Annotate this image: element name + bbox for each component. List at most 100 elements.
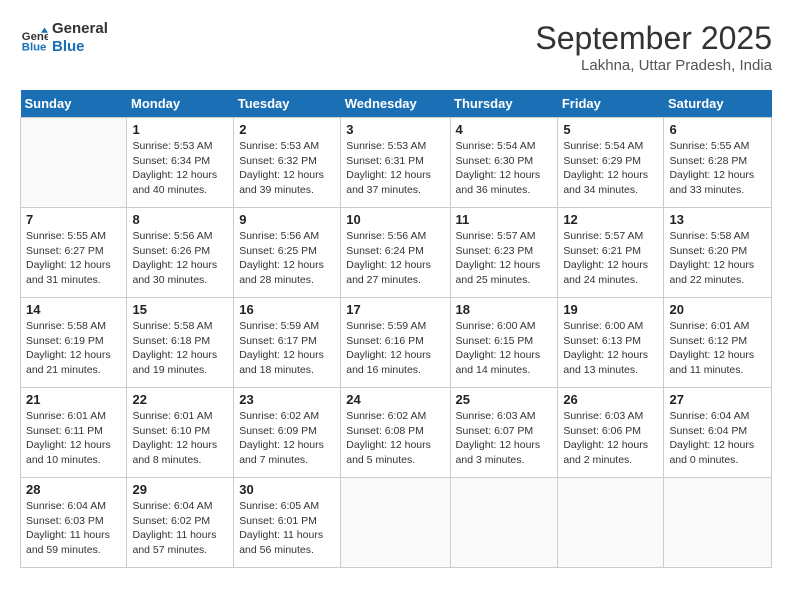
day-info: Sunrise: 6:04 AM Sunset: 6:02 PM Dayligh…: [132, 499, 228, 558]
day-info: Sunrise: 6:04 AM Sunset: 6:03 PM Dayligh…: [26, 499, 121, 558]
day-number: 18: [456, 302, 553, 317]
calendar-cell: 18 Sunrise: 6:00 AM Sunset: 6:15 PM Dayli…: [450, 298, 558, 388]
calendar-cell: [664, 478, 772, 568]
title-block: September 2025 Lakhna, Uttar Pradesh, In…: [535, 20, 772, 74]
day-info: Sunrise: 5:53 AM Sunset: 6:34 PM Dayligh…: [132, 139, 228, 198]
day-info: Sunrise: 5:58 AM Sunset: 6:18 PM Dayligh…: [132, 319, 228, 378]
day-info: Sunrise: 5:53 AM Sunset: 6:32 PM Dayligh…: [239, 139, 335, 198]
day-number: 25: [456, 392, 553, 407]
calendar-cell: 2 Sunrise: 5:53 AM Sunset: 6:32 PM Daylig…: [234, 118, 341, 208]
day-info: Sunrise: 6:04 AM Sunset: 6:04 PM Dayligh…: [669, 409, 766, 468]
day-info: Sunrise: 6:03 AM Sunset: 6:07 PM Dayligh…: [456, 409, 553, 468]
calendar-cell: 15 Sunrise: 5:58 AM Sunset: 6:18 PM Dayli…: [127, 298, 234, 388]
day-number: 27: [669, 392, 766, 407]
day-number: 17: [346, 302, 444, 317]
calendar-week-1: 1 Sunrise: 5:53 AM Sunset: 6:34 PM Daylig…: [21, 118, 772, 208]
calendar-table: SundayMondayTuesdayWednesdayThursdayFrid…: [20, 90, 772, 568]
day-info: Sunrise: 5:59 AM Sunset: 6:16 PM Dayligh…: [346, 319, 444, 378]
day-number: 7: [26, 212, 121, 227]
calendar-cell: 5 Sunrise: 5:54 AM Sunset: 6:29 PM Daylig…: [558, 118, 664, 208]
day-info: Sunrise: 6:01 AM Sunset: 6:12 PM Dayligh…: [669, 319, 766, 378]
calendar-cell: 10 Sunrise: 5:56 AM Sunset: 6:24 PM Dayli…: [341, 208, 450, 298]
day-number: 29: [132, 482, 228, 497]
calendar-cell: 9Sunrise: 5:56 AM Sunset: 6:25 PM Daylig…: [234, 208, 341, 298]
header-tuesday: Tuesday: [234, 90, 341, 118]
day-number: 1: [132, 122, 228, 137]
header-saturday: Saturday: [664, 90, 772, 118]
calendar-cell: 29 Sunrise: 6:04 AM Sunset: 6:02 PM Dayli…: [127, 478, 234, 568]
header-wednesday: Wednesday: [341, 90, 450, 118]
day-number: 5: [563, 122, 658, 137]
day-number: 13: [669, 212, 766, 227]
day-info: Sunrise: 5:58 AM Sunset: 6:19 PM Dayligh…: [26, 319, 121, 378]
day-number: 3: [346, 122, 444, 137]
page-header: General Blue General Blue September 2025…: [20, 20, 772, 74]
location-subtitle: Lakhna, Uttar Pradesh, India: [535, 57, 772, 74]
day-info: Sunrise: 6:02 AM Sunset: 6:08 PM Dayligh…: [346, 409, 444, 468]
day-number: 6: [669, 122, 766, 137]
day-number: 21: [26, 392, 121, 407]
day-info: Sunrise: 5:56 AM Sunset: 6:26 PM Dayligh…: [132, 229, 228, 288]
day-info: Sunrise: 6:00 AM Sunset: 6:15 PM Dayligh…: [456, 319, 553, 378]
day-number: 2: [239, 122, 335, 137]
day-number: 19: [563, 302, 658, 317]
month-title: September 2025: [535, 20, 772, 57]
calendar-cell: 28 Sunrise: 6:04 AM Sunset: 6:03 PM Dayli…: [21, 478, 127, 568]
calendar-cell: 23 Sunrise: 6:02 AM Sunset: 6:09 PM Dayli…: [234, 388, 341, 478]
day-number: 23: [239, 392, 335, 407]
calendar-week-3: 14Sunrise: 5:58 AM Sunset: 6:19 PM Dayli…: [21, 298, 772, 388]
calendar-cell: 3 Sunrise: 5:53 AM Sunset: 6:31 PM Daylig…: [341, 118, 450, 208]
day-number: 12: [563, 212, 658, 227]
calendar-cell: 13Sunrise: 5:58 AM Sunset: 6:20 PM Dayli…: [664, 208, 772, 298]
day-info: Sunrise: 5:55 AM Sunset: 6:28 PM Dayligh…: [669, 139, 766, 198]
calendar-cell: [450, 478, 558, 568]
calendar-cell: 6 Sunrise: 5:55 AM Sunset: 6:28 PM Daylig…: [664, 118, 772, 208]
day-number: 16: [239, 302, 335, 317]
day-info: Sunrise: 5:53 AM Sunset: 6:31 PM Dayligh…: [346, 139, 444, 198]
day-info: Sunrise: 5:55 AM Sunset: 6:27 PM Dayligh…: [26, 229, 121, 288]
calendar-week-4: 21 Sunrise: 6:01 AM Sunset: 6:11 PM Dayli…: [21, 388, 772, 478]
day-info: Sunrise: 5:54 AM Sunset: 6:29 PM Dayligh…: [563, 139, 658, 198]
day-info: Sunrise: 6:01 AM Sunset: 6:11 PM Dayligh…: [26, 409, 121, 468]
day-number: 4: [456, 122, 553, 137]
calendar-cell: [558, 478, 664, 568]
day-number: 24: [346, 392, 444, 407]
day-number: 10: [346, 212, 444, 227]
header-friday: Friday: [558, 90, 664, 118]
calendar-cell: 4 Sunrise: 5:54 AM Sunset: 6:30 PM Daylig…: [450, 118, 558, 208]
logo: General Blue General Blue: [20, 20, 108, 56]
logo-icon: General Blue: [20, 24, 48, 52]
day-info: Sunrise: 5:56 AM Sunset: 6:24 PM Dayligh…: [346, 229, 444, 288]
logo-blue: Blue: [52, 38, 108, 56]
calendar-cell: [21, 118, 127, 208]
day-info: Sunrise: 6:01 AM Sunset: 6:10 PM Dayligh…: [132, 409, 228, 468]
calendar-cell: 27 Sunrise: 6:04 AM Sunset: 6:04 PM Dayli…: [664, 388, 772, 478]
logo-general: General: [52, 20, 108, 38]
day-info: Sunrise: 5:59 AM Sunset: 6:17 PM Dayligh…: [239, 319, 335, 378]
calendar-cell: 20 Sunrise: 6:01 AM Sunset: 6:12 PM Dayli…: [664, 298, 772, 388]
header-sunday: Sunday: [21, 90, 127, 118]
day-number: 15: [132, 302, 228, 317]
calendar-cell: 26Sunrise: 6:03 AM Sunset: 6:06 PM Dayli…: [558, 388, 664, 478]
calendar-body: 1 Sunrise: 5:53 AM Sunset: 6:34 PM Daylig…: [21, 118, 772, 568]
calendar-cell: 30 Sunrise: 6:05 AM Sunset: 6:01 PM Dayli…: [234, 478, 341, 568]
calendar-cell: [341, 478, 450, 568]
day-number: 28: [26, 482, 121, 497]
calendar-cell: 12 Sunrise: 5:57 AM Sunset: 6:21 PM Dayli…: [558, 208, 664, 298]
day-info: Sunrise: 5:57 AM Sunset: 6:21 PM Dayligh…: [563, 229, 658, 288]
day-info: Sunrise: 6:05 AM Sunset: 6:01 PM Dayligh…: [239, 499, 335, 558]
day-number: 20: [669, 302, 766, 317]
header-monday: Monday: [127, 90, 234, 118]
day-info: Sunrise: 5:56 AM Sunset: 6:25 PM Dayligh…: [239, 229, 335, 288]
calendar-cell: 14Sunrise: 5:58 AM Sunset: 6:19 PM Dayli…: [21, 298, 127, 388]
day-info: Sunrise: 6:02 AM Sunset: 6:09 PM Dayligh…: [239, 409, 335, 468]
day-number: 30: [239, 482, 335, 497]
day-info: Sunrise: 6:00 AM Sunset: 6:13 PM Dayligh…: [563, 319, 658, 378]
day-number: 26: [563, 392, 658, 407]
calendar-cell: 7 Sunrise: 5:55 AM Sunset: 6:27 PM Daylig…: [21, 208, 127, 298]
calendar-cell: 16 Sunrise: 5:59 AM Sunset: 6:17 PM Dayli…: [234, 298, 341, 388]
day-number: 22: [132, 392, 228, 407]
calendar-cell: 22 Sunrise: 6:01 AM Sunset: 6:10 PM Dayli…: [127, 388, 234, 478]
calendar-week-5: 28 Sunrise: 6:04 AM Sunset: 6:03 PM Dayli…: [21, 478, 772, 568]
day-info: Sunrise: 5:54 AM Sunset: 6:30 PM Dayligh…: [456, 139, 553, 198]
